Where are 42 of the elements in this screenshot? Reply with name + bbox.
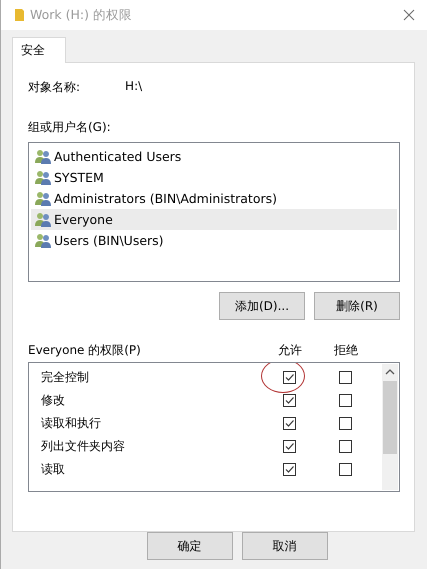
user-list-item[interactable]: Users (BIN\Users) (31, 230, 397, 251)
users-icon (35, 149, 52, 164)
window-title: Work (H:) 的权限 (30, 6, 133, 24)
checkbox[interactable] (282, 440, 296, 453)
scroll-up-icon[interactable] (385, 368, 395, 375)
dialog-button[interactable]: 添加(D)... (219, 292, 305, 320)
object-name-value: H:\ (125, 79, 142, 95)
permission-name: 读取 (41, 461, 66, 478)
field-label: Everyone 的权限(P) (28, 342, 142, 359)
dialog-button[interactable]: 确定 (146, 532, 232, 560)
users-icon (35, 191, 52, 206)
user-list-item[interactable]: Administrators (BIN\Administrators) (31, 188, 397, 209)
permission-name: 列出文件夹内容 (41, 438, 126, 455)
close-icon[interactable] (403, 9, 415, 21)
folder-icon (15, 9, 24, 21)
column-header: 拒绝 (333, 342, 359, 359)
scrollbar[interactable] (382, 364, 398, 490)
checkbox[interactable] (338, 371, 352, 384)
user-list-item[interactable]: Authenticated Users (31, 146, 397, 167)
permission-name: 读取和执行 (41, 415, 102, 432)
checkbox[interactable] (338, 463, 352, 476)
checkbox[interactable] (282, 394, 296, 407)
checkbox[interactable] (338, 440, 352, 453)
permission-name: 修改 (41, 392, 66, 409)
dialog-button[interactable]: 删除(R) (314, 292, 400, 320)
dialog-button[interactable]: 取消 (242, 532, 328, 560)
users-icon (35, 233, 52, 248)
user-list-item[interactable]: Everyone (31, 209, 397, 230)
checkbox[interactable] (282, 417, 296, 430)
checkbox[interactable] (338, 394, 352, 407)
tab[interactable]: 安全 (12, 37, 66, 63)
checkbox[interactable] (338, 417, 352, 430)
checkbox[interactable] (282, 463, 296, 476)
checkbox[interactable] (282, 371, 296, 384)
scroll-thumb[interactable] (383, 381, 397, 454)
field-label: 对象名称: (28, 79, 80, 96)
field-label: 组或用户名(G): (28, 119, 112, 136)
users-icon (35, 212, 52, 227)
users-icon (35, 170, 52, 185)
user-list-item[interactable]: SYSTEM (31, 167, 397, 188)
column-header: 允许 (277, 342, 303, 359)
permission-name: 完全控制 (41, 369, 90, 386)
